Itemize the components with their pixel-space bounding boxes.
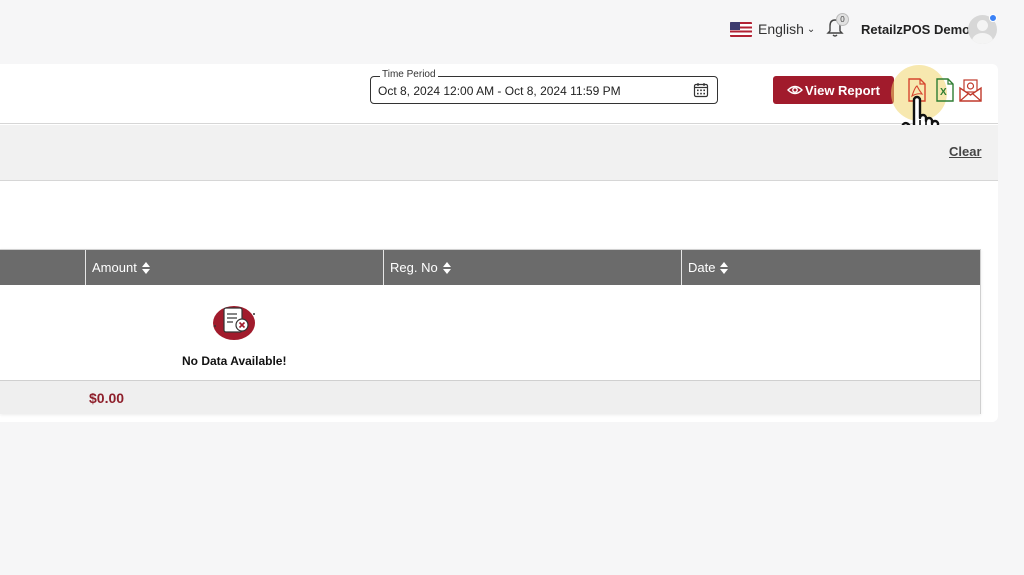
column-header-amount[interactable]: Amount xyxy=(85,250,383,285)
empty-state: No Data Available! xyxy=(0,285,980,381)
report-toolbar: Time Period Oct 8, 2024 12:00 AM - Oct 8… xyxy=(0,64,998,152)
filter-bar: Clear xyxy=(0,125,998,181)
email-export-icon[interactable] xyxy=(959,78,982,102)
column-label-amount: Amount xyxy=(92,260,137,275)
time-period-field[interactable]: Time Period Oct 8, 2024 12:00 AM - Oct 8… xyxy=(370,69,718,104)
online-status-dot xyxy=(989,14,997,22)
table-footer: $0.00 xyxy=(0,380,980,414)
eye-icon xyxy=(787,85,804,95)
column-header-first[interactable] xyxy=(0,250,85,285)
notification-badge: 0 xyxy=(836,13,849,26)
total-amount: $0.00 xyxy=(89,390,125,406)
top-bar: English ⌄ 0 RetailzPOS Demo xyxy=(0,0,1024,60)
no-data-message: No Data Available! xyxy=(182,354,287,368)
calendar-icon[interactable] xyxy=(693,82,709,98)
report-panel: Time Period Oct 8, 2024 12:00 AM - Oct 8… xyxy=(0,64,998,422)
report-table: Amount Reg. No Date No Data Available! $… xyxy=(0,249,981,414)
table-header: Amount Reg. No Date xyxy=(0,250,980,285)
column-label-date: Date xyxy=(688,260,716,275)
us-flag-icon xyxy=(730,21,752,37)
sort-icon xyxy=(141,261,150,274)
view-report-button[interactable]: View Report xyxy=(773,76,894,104)
column-header-date[interactable]: Date xyxy=(681,250,980,285)
column-label-reg-no: Reg. No xyxy=(390,260,438,275)
no-data-icon xyxy=(213,306,255,340)
language-label: English xyxy=(758,21,804,37)
time-period-value: Oct 8, 2024 12:00 AM - Oct 8, 2024 11:59… xyxy=(378,84,621,98)
chevron-down-icon: ⌄ xyxy=(806,23,816,35)
clear-filters-link[interactable]: Clear xyxy=(949,144,982,159)
time-period-label: Time Period xyxy=(380,69,438,80)
sort-icon xyxy=(720,261,729,274)
column-header-reg-no[interactable]: Reg. No xyxy=(383,250,681,285)
sort-icon xyxy=(442,261,451,274)
user-name[interactable]: RetailzPOS Demo xyxy=(861,22,970,37)
language-selector[interactable]: English ⌄ xyxy=(730,19,815,39)
view-report-label: View Report xyxy=(805,82,880,98)
